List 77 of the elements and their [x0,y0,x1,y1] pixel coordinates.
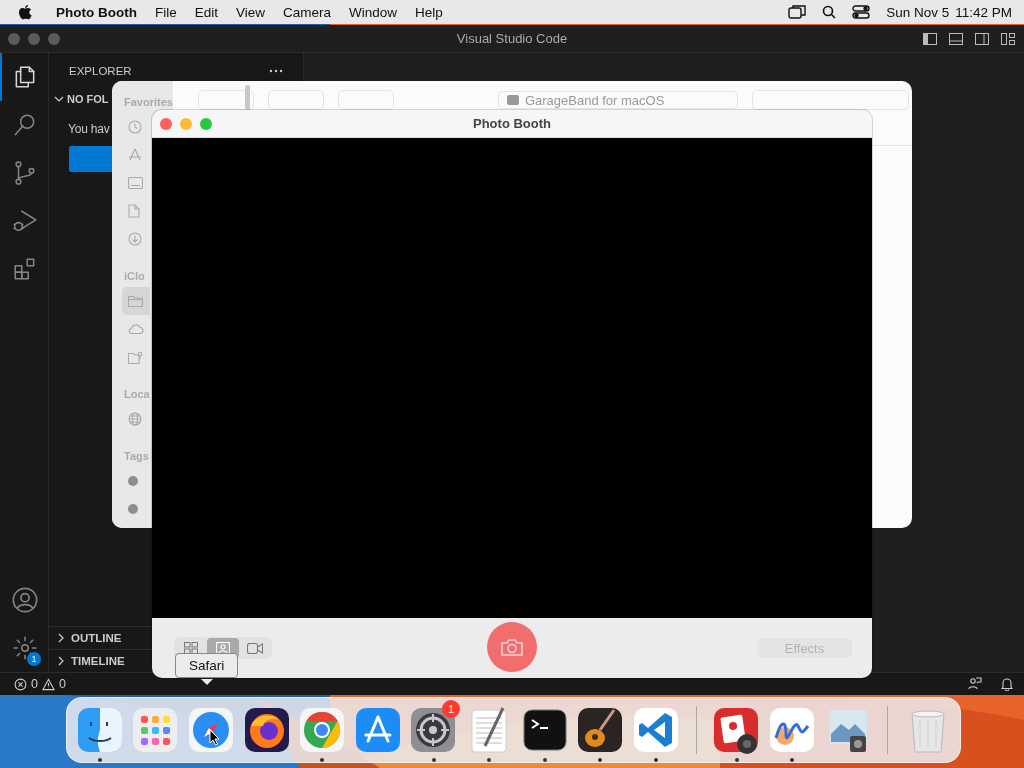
settings-icon[interactable] [12,635,38,661]
person-icon [216,642,230,654]
more-icon[interactable] [269,68,283,73]
sidebar-section-title: Favorites [124,95,173,110]
code-editor-icon[interactable] [631,706,680,754]
panel-header[interactable]: OUTLINE [71,632,122,644]
menu-item[interactable]: File [155,4,177,20]
close-button[interactable] [8,32,20,45]
menu-item[interactable]: Help [415,4,443,20]
gear-icon[interactable] [409,706,458,754]
minimize-button[interactable] [28,32,40,45]
menu-item[interactable]: Window [349,4,398,20]
guitar-icon[interactable] [576,706,625,754]
sidebar-section-title: Loca [124,387,151,402]
secondary-sidebar-icon[interactable] [974,30,990,47]
document-icon [128,204,140,218]
window-title: Visual Studio Code [456,31,568,46]
folder-icon [506,94,519,106]
warning-count[interactable]: 0 [58,677,66,691]
panel-toggle-icon[interactable] [948,30,964,47]
grid-icon [184,642,198,654]
bell-icon[interactable] [1000,677,1014,691]
sidebar-title: EXPLORER [69,64,132,77]
app-store-icon[interactable] [353,706,402,754]
cursor-icon [209,729,220,746]
whiteboard-icon[interactable] [767,706,816,754]
sidebar-message: You hav [68,122,110,136]
feedback-icon[interactable] [968,677,982,691]
sidebar-toggle-icon[interactable] [922,30,938,47]
search-icon[interactable] [822,5,837,19]
app-store-icon [128,148,142,162]
notification-badge: 1 [442,700,461,718]
error-icon[interactable] [14,677,27,691]
scrollbar[interactable] [245,85,250,110]
close-button[interactable] [160,117,172,130]
tag-dot-icon [128,476,138,486]
download-icon [128,232,142,246]
app-menu[interactable]: Photo Booth [56,4,137,20]
clock-icon [128,120,142,134]
menu-item[interactable]: Edit [194,4,218,20]
video-camera-icon [247,642,263,654]
terminal-icon[interactable] [520,706,569,754]
globe-icon [128,412,142,426]
tooltip-pointer-icon [201,679,213,686]
folder-icon [128,295,143,307]
finder-icon[interactable] [75,706,124,754]
tag-dot-icon [128,504,138,514]
sidebar-section-title: Tags [124,449,150,464]
windows-icon[interactable] [788,5,807,19]
drive-icon [128,177,143,189]
shutter-button[interactable] [487,622,537,672]
photo-booth-icon[interactable] [712,706,761,754]
compass-icon[interactable] [187,706,235,754]
date-text[interactable]: Sun Nov 5 [886,4,950,20]
notification-badge: 1 [27,652,41,666]
layout-icon[interactable] [1000,30,1016,47]
section-header[interactable]: NO FOL [67,93,109,105]
camera-icon [501,638,523,656]
browser-icon[interactable] [242,706,291,754]
run-debug-icon [12,208,38,234]
launchpad-icon[interactable] [131,706,180,754]
menu-item[interactable]: Camera [283,4,332,20]
panel-header[interactable]: TIMELINE [71,655,125,667]
control-center-icon[interactable] [852,5,871,19]
sidebar-section-title: iClo [124,269,146,284]
apple-logo-icon[interactable] [18,4,32,20]
warning-icon[interactable] [41,677,55,691]
error-count[interactable]: 0 [31,677,38,691]
window-title: Photo Booth [473,116,551,131]
account-icon[interactable] [11,586,39,614]
branch-icon [12,160,38,186]
time-text[interactable]: 11:42 PM [955,4,1012,20]
menu-item[interactable]: View [236,4,266,20]
shared-folder-icon [128,350,143,364]
cloud-icon [128,323,144,335]
zoom-button[interactable] [48,32,60,45]
tooltip: Safari [175,653,239,678]
